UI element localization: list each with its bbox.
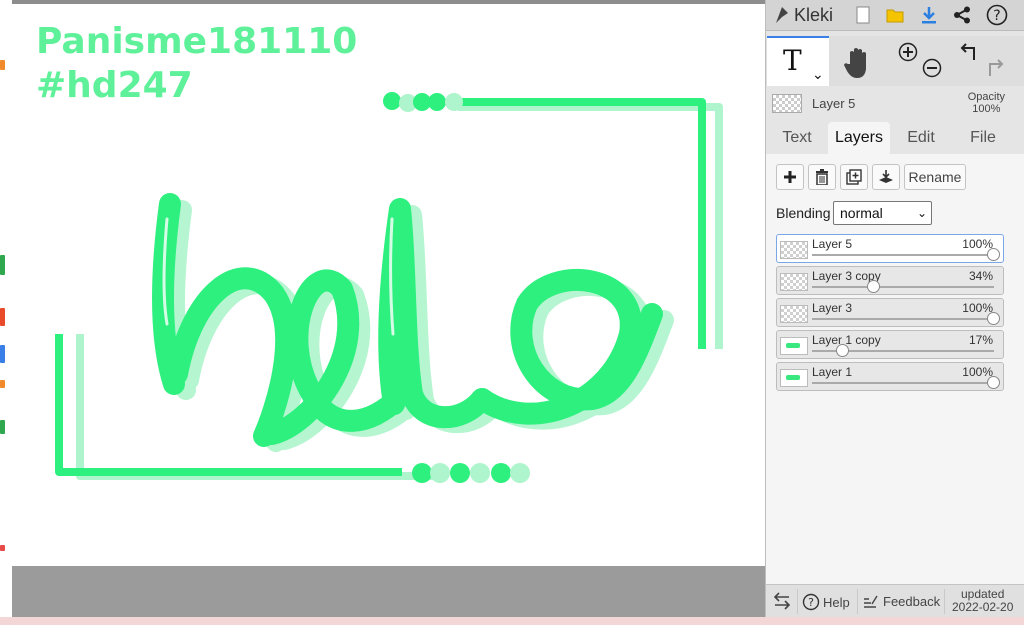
- footer-divider: [857, 589, 858, 614]
- layer-row[interactable]: Layer 5 100%: [776, 234, 1004, 263]
- help-label: Help: [823, 594, 850, 610]
- swap-side-button[interactable]: [772, 592, 792, 613]
- layer-opacity-slider[interactable]: [812, 382, 994, 384]
- layer-row[interactable]: Layer 3 copy 34%: [776, 266, 1004, 295]
- help-button[interactable]: ? Help: [802, 593, 850, 611]
- watermark-line-1: Panisme181110: [36, 21, 358, 62]
- footer-divider: [797, 589, 798, 614]
- l-letter: [378, 198, 493, 429]
- layer-opacity-slider-handle[interactable]: [987, 376, 1000, 389]
- layers-panel: Rename Blending normal ⌄ Layer 5 100% Laye…: [766, 154, 1024, 584]
- plus-icon: [784, 171, 796, 183]
- layer-name: Layer 1: [812, 365, 853, 379]
- merge-down-icon: [879, 170, 893, 183]
- zoom-in-icon[interactable]: [898, 42, 918, 62]
- layer-row[interactable]: Layer 3 100%: [776, 298, 1004, 327]
- tool-row: T ⌄: [766, 36, 1024, 86]
- redo-icon[interactable]: [984, 58, 1004, 78]
- feedback-button[interactable]: Feedback: [862, 593, 940, 609]
- layer-thumbnail: [780, 369, 808, 387]
- layer-opacity-slider-handle[interactable]: [866, 280, 880, 293]
- canvas-area[interactable]: Panisme181110 #hd247: [12, 0, 765, 617]
- share-icon: [954, 6, 970, 24]
- delete-layer-button[interactable]: [808, 164, 836, 190]
- layer-row[interactable]: Layer 1 100%: [776, 362, 1004, 391]
- folder-icon: [886, 9, 904, 23]
- merge-layer-button[interactable]: [872, 164, 900, 190]
- help-header-button[interactable]: ?: [980, 0, 1014, 30]
- watermark-text: Panisme181110 #hd247: [36, 20, 357, 108]
- updated-date: 2022-02-20: [952, 600, 1014, 614]
- feedback-label: Feedback: [883, 593, 941, 609]
- layer-name: Layer 5: [812, 237, 853, 251]
- new-page-icon: [856, 6, 870, 24]
- layer-name: Layer 3: [812, 301, 853, 315]
- layer-opacity-slider-handle[interactable]: [835, 344, 849, 357]
- layer-opacity-value: 34%: [968, 269, 993, 283]
- blending-label: Blending: [776, 205, 831, 221]
- bottom-taskbar-strip: [0, 617, 1024, 625]
- layer-opacity-slider[interactable]: [812, 318, 994, 320]
- blending-mode-select[interactable]: normal ⌄: [833, 201, 932, 225]
- layer-row[interactable]: Layer 1 copy 17%: [776, 330, 1004, 359]
- question-icon: ?: [986, 4, 1008, 26]
- trash-icon: [816, 169, 828, 185]
- app-name: Kleki: [794, 4, 834, 25]
- undo-icon[interactable]: [960, 42, 980, 62]
- chevron-down-icon[interactable]: ⌄: [812, 66, 824, 83]
- open-file-button[interactable]: [878, 0, 912, 30]
- svg-text:?: ?: [808, 596, 814, 609]
- chevron-down-icon: ⌄: [916, 206, 927, 220]
- layer-thumbnail: [780, 337, 808, 355]
- tab-edit[interactable]: Edit: [890, 122, 952, 154]
- layer-opacity-slider-handle[interactable]: [987, 312, 1000, 325]
- panel-tabs: Text Layers Edit File: [766, 120, 1024, 154]
- text-tool-icon: T: [783, 44, 802, 77]
- tab-layers[interactable]: Layers: [828, 122, 890, 154]
- layer-thumbnail: [780, 305, 808, 323]
- layer-opacity-value: 17%: [968, 333, 993, 347]
- panel-footer: ? Help Feedback updated 2022-02-20: [766, 584, 1024, 618]
- layer-opacity-slider[interactable]: [812, 254, 994, 256]
- current-layer-thumbnail: [772, 94, 802, 113]
- drawing-canvas[interactable]: Panisme181110 #hd247: [12, 4, 765, 566]
- add-layer-button[interactable]: [776, 164, 804, 190]
- hand-tool-icon[interactable]: [838, 42, 878, 82]
- opacity-value: 100%: [972, 103, 1001, 115]
- watermark-line-2: #hd247: [36, 65, 193, 106]
- opacity-label: Opacity: [967, 91, 1005, 103]
- new-file-button[interactable]: [846, 0, 880, 30]
- layer-thumbnail: [780, 273, 808, 291]
- tab-text[interactable]: Text: [766, 122, 828, 154]
- swap-arrows-icon: [773, 592, 791, 610]
- blending-mode-value: normal: [840, 205, 883, 221]
- dots-top: [383, 92, 463, 112]
- layer-thumbnail: [780, 241, 808, 259]
- tab-file[interactable]: File: [952, 122, 1014, 154]
- app-header: Kleki ?: [766, 0, 1024, 31]
- opacity-readout: Opacity 100%: [968, 91, 1005, 115]
- save-download-button[interactable]: [912, 0, 946, 30]
- rename-button[interactable]: Rename: [904, 164, 966, 190]
- zoom-out-icon[interactable]: [922, 58, 942, 78]
- share-button[interactable]: [945, 0, 979, 30]
- side-panel: Kleki ? T ⌄ Layer 5 Opacity 100% Text La…: [765, 0, 1024, 618]
- layer-opacity-slider-handle[interactable]: [987, 248, 1000, 261]
- current-layer-name: Layer 5: [812, 96, 856, 111]
- kleki-logo-icon: [776, 7, 788, 23]
- duplicate-icon: [846, 169, 862, 185]
- footer-divider: [944, 589, 945, 614]
- layer-opacity-slider[interactable]: [812, 286, 994, 288]
- duplicate-layer-button[interactable]: [840, 164, 868, 190]
- svg-text:?: ?: [993, 8, 1000, 24]
- download-icon: [922, 7, 936, 24]
- current-layer-info: Layer 5 Opacity 100%: [766, 88, 1024, 118]
- updated-info[interactable]: updated 2022-02-20: [952, 588, 1013, 614]
- text-tool-button[interactable]: T ⌄: [767, 36, 829, 86]
- kleki-logo[interactable]: Kleki: [773, 2, 833, 28]
- feedback-pencil-icon: [864, 595, 878, 608]
- question-icon: ?: [802, 593, 820, 611]
